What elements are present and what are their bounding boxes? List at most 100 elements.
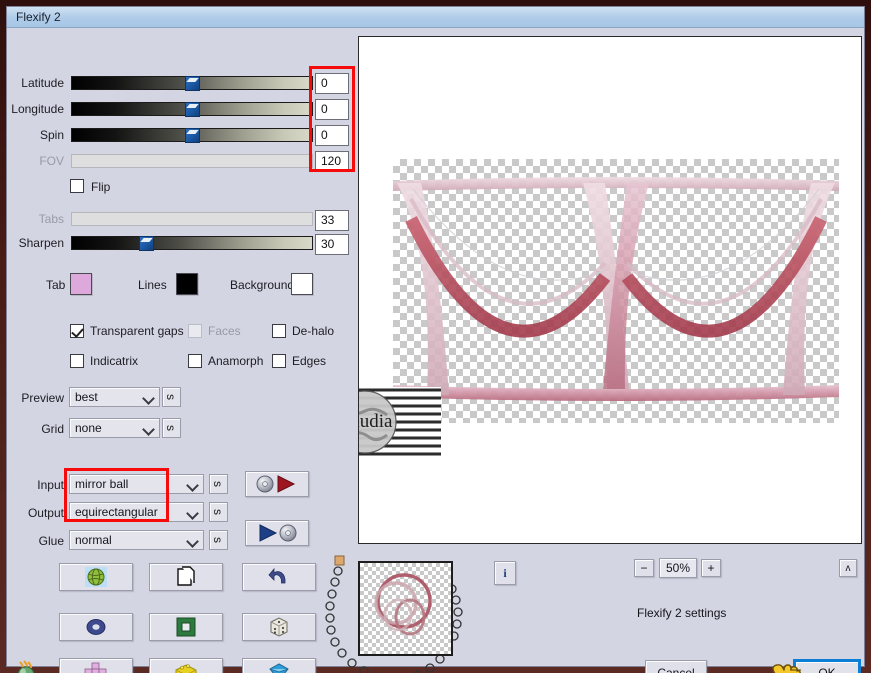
reset-input-button[interactable]: s bbox=[209, 474, 228, 494]
slider-longitude-handle[interactable] bbox=[185, 102, 200, 117]
torus-button[interactable] bbox=[59, 613, 133, 641]
zoom-out-button[interactable]: − bbox=[634, 559, 654, 577]
reset-input-label: s bbox=[211, 481, 225, 487]
ok-button-label: OK bbox=[818, 666, 836, 673]
slider-spin[interactable] bbox=[71, 128, 313, 143]
slider-latitude-handle[interactable] bbox=[185, 76, 200, 91]
zoom-in-label: + bbox=[707, 561, 715, 575]
value-latitude[interactable]: 0 bbox=[315, 73, 349, 94]
title-bar: Flexify 2 bbox=[7, 7, 864, 28]
undo-button[interactable] bbox=[242, 563, 316, 591]
slider-spin-handle[interactable] bbox=[185, 128, 200, 143]
main-preview-panel[interactable]: claudia bbox=[358, 36, 862, 544]
select-preview[interactable]: best bbox=[69, 387, 160, 407]
label-flip: Flip bbox=[91, 180, 111, 194]
cancel-button-label: Cancel bbox=[657, 666, 695, 673]
checkbox-de-halo[interactable] bbox=[272, 324, 286, 338]
label-transparent-gaps: Transparent gaps bbox=[90, 324, 184, 338]
label-tabs: Tabs bbox=[38, 212, 64, 226]
brick-button[interactable] bbox=[149, 658, 223, 673]
select-output-value: equirectangular bbox=[75, 505, 158, 519]
info-button-label: i bbox=[503, 565, 507, 580]
collapse-panel-button[interactable]: ʌ bbox=[839, 559, 857, 577]
cancel-button[interactable]: Cancel bbox=[645, 660, 707, 673]
swatch-lines-color[interactable] bbox=[176, 273, 198, 295]
thumbnail-checker bbox=[360, 563, 451, 654]
cross-button[interactable] bbox=[59, 658, 133, 673]
select-preview-value: best bbox=[75, 390, 98, 404]
pages-icon bbox=[177, 566, 195, 586]
label-preview: Preview bbox=[21, 391, 64, 405]
zoom-level-display[interactable]: 50% bbox=[659, 558, 697, 578]
select-grid-value: none bbox=[75, 421, 102, 435]
torus-icon bbox=[86, 619, 106, 635]
save-preset-icon bbox=[259, 524, 297, 542]
undo-arrow-icon bbox=[268, 567, 286, 584]
reset-output-button[interactable]: s bbox=[209, 502, 228, 522]
load-preset-icon bbox=[256, 475, 296, 493]
svg-text:claudia: claudia bbox=[358, 411, 393, 432]
preview-transparency-checker bbox=[393, 159, 839, 423]
gem-icon bbox=[269, 663, 289, 673]
label-background-color: Background bbox=[230, 278, 295, 292]
value-sharpen[interactable]: 30 bbox=[315, 234, 349, 255]
dialog-client-area: Latitude 0 Longitude 0 Spin 0 FOV 120 Fl… bbox=[8, 28, 863, 673]
label-longitude: Longitude bbox=[11, 102, 64, 116]
dice-icon bbox=[270, 617, 288, 637]
frame-icon bbox=[176, 617, 196, 637]
slider-sharpen[interactable] bbox=[71, 236, 313, 251]
reset-preview-label: s bbox=[164, 394, 178, 400]
reset-glue-label: s bbox=[211, 537, 225, 543]
pages-button[interactable] bbox=[149, 563, 223, 591]
label-tab-color: Tab bbox=[46, 278, 66, 292]
slider-latitude[interactable] bbox=[71, 76, 313, 91]
checkbox-faces bbox=[188, 324, 202, 338]
label-output: Output bbox=[27, 506, 64, 520]
label-faces: Faces bbox=[208, 324, 241, 338]
chevron-down-icon bbox=[188, 481, 197, 490]
reset-preview-button[interactable]: s bbox=[162, 387, 181, 407]
zoom-level-value: 50% bbox=[665, 561, 691, 575]
slider-fov bbox=[71, 154, 313, 168]
frame-button[interactable] bbox=[149, 613, 223, 641]
save-preset-button[interactable] bbox=[245, 520, 309, 546]
reset-glue-button[interactable]: s bbox=[209, 530, 228, 550]
value-spin[interactable]: 0 bbox=[315, 125, 349, 146]
slider-sharpen-handle[interactable] bbox=[139, 236, 154, 251]
slider-longitude[interactable] bbox=[71, 102, 313, 117]
value-fov[interactable]: 120 bbox=[315, 151, 349, 172]
checkbox-flip[interactable] bbox=[70, 179, 84, 193]
checkbox-edges[interactable] bbox=[272, 354, 286, 368]
chevron-down-icon bbox=[144, 425, 153, 434]
select-grid[interactable]: none bbox=[69, 418, 160, 438]
swatch-tab-color[interactable] bbox=[70, 273, 92, 295]
label-edges: Edges bbox=[292, 354, 327, 368]
thumbnail-preview[interactable] bbox=[358, 561, 453, 656]
dice-button[interactable] bbox=[242, 613, 316, 641]
checkbox-indicatrix[interactable] bbox=[70, 354, 84, 368]
value-longitude[interactable]: 0 bbox=[315, 99, 349, 120]
status-text: Flexify 2 settings bbox=[637, 606, 727, 620]
select-input[interactable]: mirror ball bbox=[69, 474, 204, 494]
info-button[interactable]: i bbox=[494, 561, 516, 585]
value-tabs[interactable]: 33 bbox=[315, 210, 349, 231]
collapse-panel-label: ʌ bbox=[845, 562, 851, 574]
watermark: claudia bbox=[358, 387, 441, 457]
select-glue[interactable]: normal bbox=[69, 530, 204, 550]
load-preset-button[interactable] bbox=[245, 471, 309, 497]
gem-button[interactable] bbox=[242, 658, 316, 673]
select-output[interactable]: equirectangular bbox=[69, 502, 204, 522]
label-fov: FOV bbox=[39, 154, 64, 168]
checkbox-anamorph[interactable] bbox=[188, 354, 202, 368]
select-input-value: mirror ball bbox=[75, 477, 129, 491]
ok-button[interactable]: OK bbox=[793, 659, 861, 673]
globe-button[interactable] bbox=[59, 563, 133, 591]
checkbox-transparent-gaps[interactable] bbox=[70, 324, 84, 338]
chevron-down-icon bbox=[188, 509, 197, 518]
zoom-in-button[interactable]: + bbox=[701, 559, 721, 577]
label-de-halo: De-halo bbox=[292, 324, 335, 338]
label-grid: Grid bbox=[41, 422, 64, 436]
swatch-background-color[interactable] bbox=[291, 273, 313, 295]
reset-grid-button[interactable]: s bbox=[162, 418, 181, 438]
zoom-out-label: − bbox=[640, 561, 648, 575]
